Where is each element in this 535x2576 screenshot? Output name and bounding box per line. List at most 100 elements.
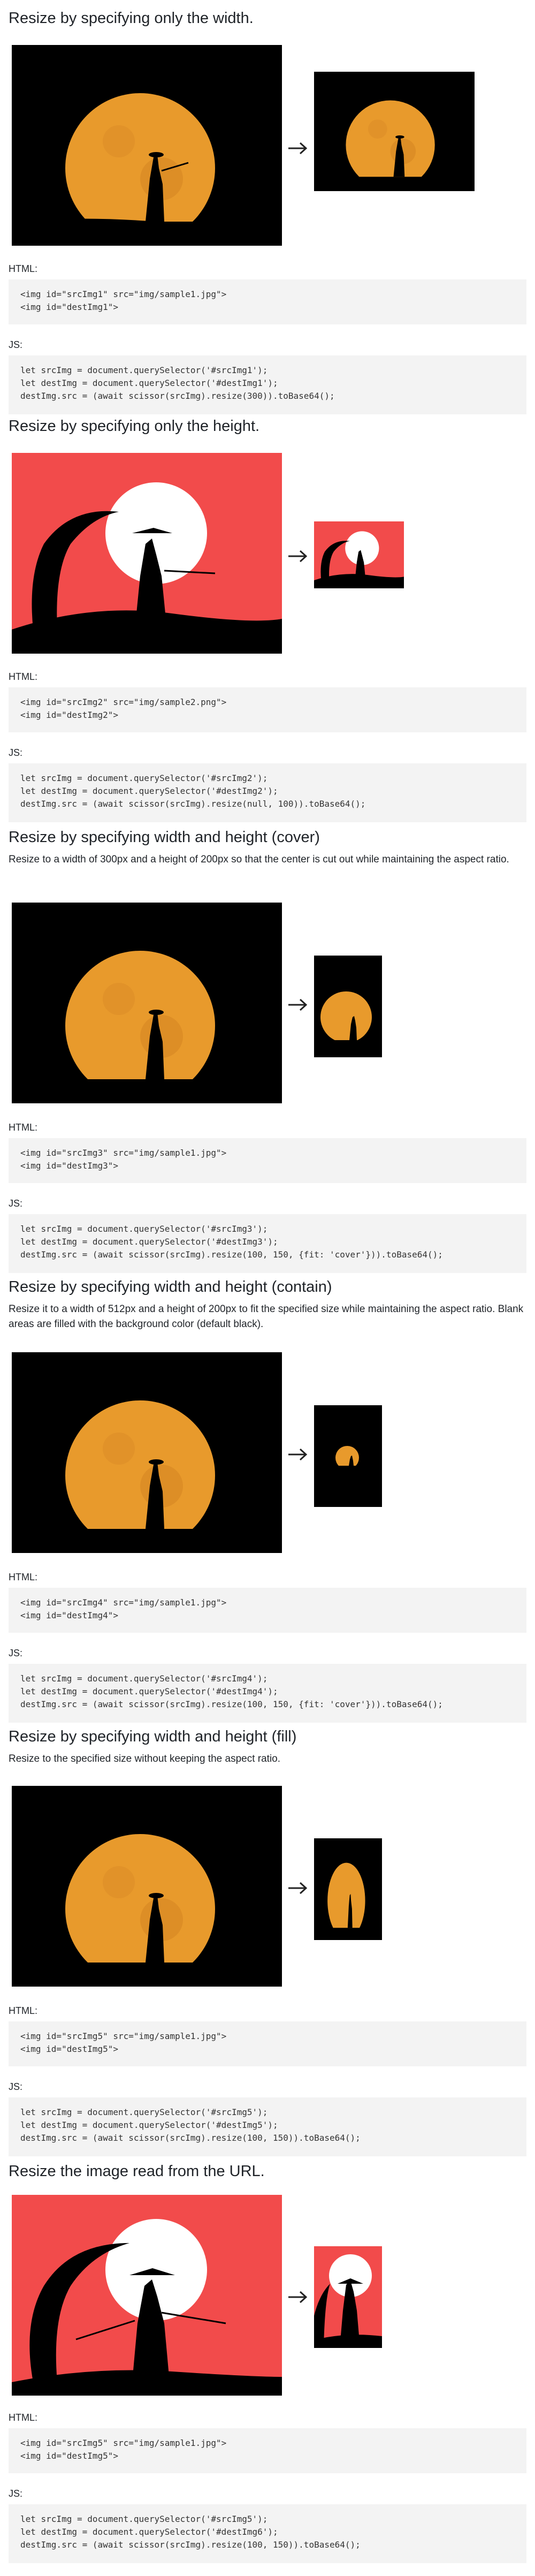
js-label: JS: [9, 2081, 23, 2092]
js-label: JS: [9, 339, 23, 350]
source-image [12, 1786, 282, 1987]
code-line: destImg.src = (await scissor(srcImg).res… [20, 2540, 361, 2550]
js-code-block: let srcImg = document.querySelector('#sr… [9, 2504, 526, 2563]
js-code-block: let srcImg = document.querySelector('#sr… [9, 355, 526, 414]
result-image [314, 956, 382, 1057]
section-description: Resize to the specified size without kee… [9, 1753, 281, 1764]
arrow-right-icon [287, 1446, 308, 1463]
moon-samurai-image [314, 72, 475, 191]
section-description: Resize it to a width of 512px and a heig… [9, 1304, 524, 1330]
code-line: <img id="srcImg5" src="img/sample1.jpg"> [20, 2438, 227, 2448]
code-line: destImg.src = (await scissor(srcImg).res… [20, 2133, 361, 2143]
html-code-block: <img id="srcImg2" src="img/sample2.png">… [9, 687, 526, 732]
code-line: let srcImg = document.querySelector('#sr… [20, 1673, 268, 1684]
js-code-block: let srcImg = document.querySelector('#sr… [9, 1214, 526, 1273]
result-image [314, 2246, 382, 2348]
code-line: destImg.src = (await scissor(srcImg).res… [20, 799, 366, 809]
page: Resize by specifying only the width. HTM… [0, 0, 535, 2576]
section-title: Resize by specifying width and height (c… [9, 1278, 332, 1295]
html-label: HTML: [9, 1572, 37, 1582]
code-line: let destImg = document.querySelector('#d… [20, 1686, 278, 1696]
section-title: Resize by specifying only the height. [9, 418, 260, 435]
sunset-samurai-image [12, 2195, 282, 2396]
code-line: <img id="destImg3"> [20, 1161, 119, 1171]
html-code-block: <img id="srcImg4" src="img/sample1.jpg">… [9, 1588, 526, 1633]
sunset-samurai-image [12, 453, 282, 654]
moon-samurai-image [314, 1838, 382, 1940]
js-code-block: let srcImg = document.querySelector('#sr… [9, 2097, 526, 2156]
code-line: let destImg = document.querySelector('#d… [20, 1237, 278, 1247]
section-title: Resize by specifying width and height (f… [9, 1728, 297, 1745]
section-resize-fill: Resize by specifying width and height (f… [0, 1726, 535, 2156]
moon-samurai-image [12, 45, 282, 246]
moon-samurai-image [314, 1405, 382, 1507]
section-resize-cover: Resize by specifying width and height (c… [0, 827, 535, 1276]
code-line: <img id="destImg2"> [20, 710, 119, 720]
html-label: HTML: [9, 1122, 37, 1133]
section-title: Resize by specifying width and height (c… [9, 829, 320, 846]
html-label: HTML: [9, 671, 37, 682]
js-label: JS: [9, 1198, 23, 1209]
section-description: Resize to a width of 300px and a height … [9, 854, 509, 865]
html-code-block: <img id="srcImg3" src="img/sample1.jpg">… [9, 1138, 526, 1183]
code-line: <img id="destImg5"> [20, 2451, 119, 2461]
section-resize-height: Resize by specifying only the height. HT… [0, 415, 535, 833]
moon-samurai-image [12, 1786, 282, 1987]
js-code-block: let srcImg = document.querySelector('#sr… [9, 763, 526, 822]
section-resize-contain: Resize by specifying width and height (c… [0, 1276, 535, 1726]
code-line: <img id="destImg5"> [20, 2044, 119, 2054]
code-line: let srcImg = document.querySelector('#sr… [20, 2514, 268, 2524]
result-image [314, 1405, 382, 1507]
code-line: let destImg = document.querySelector('#d… [20, 2527, 278, 2537]
arrow-right-icon [287, 1880, 308, 1896]
moon-samurai-image [12, 903, 282, 1103]
code-line: destImg.src = (await scissor(srcImg).res… [20, 1699, 443, 1709]
code-line: let destImg = document.querySelector('#d… [20, 378, 278, 388]
result-image [314, 521, 404, 588]
section-resize-url: Resize the image read from the URL. HTML… [0, 2161, 535, 2576]
code-line: let destImg = document.querySelector('#d… [20, 2120, 278, 2130]
code-line: <img id="srcImg5" src="img/sample1.jpg"> [20, 2031, 227, 2041]
moon-samurai-image [12, 1352, 282, 1553]
section-resize-width: Resize by specifying only the width. HTM… [0, 7, 535, 425]
code-line: <img id="destImg4"> [20, 1610, 119, 1620]
html-code-block: <img id="srcImg1" src="img/sample1.jpg">… [9, 279, 526, 324]
arrow-right-icon [287, 2289, 308, 2305]
code-line: destImg.src = (await scissor(srcImg).res… [20, 391, 335, 401]
js-label: JS: [9, 1648, 23, 1658]
code-line: destImg.src = (await scissor(srcImg).res… [20, 1249, 443, 1260]
code-line: let srcImg = document.querySelector('#sr… [20, 773, 268, 783]
code-line: <img id="srcImg2" src="img/sample2.png"> [20, 697, 227, 707]
sunset-samurai-image [314, 2246, 382, 2348]
arrow-right-icon [287, 548, 308, 564]
source-image [12, 453, 282, 654]
result-image [314, 72, 475, 191]
arrow-right-icon [287, 997, 308, 1013]
code-line: let srcImg = document.querySelector('#sr… [20, 1224, 268, 1234]
html-code-block: <img id="srcImg5" src="img/sample1.jpg">… [9, 2428, 526, 2473]
code-line: let srcImg = document.querySelector('#sr… [20, 2107, 268, 2117]
moon-samurai-image [314, 956, 382, 1057]
source-image [12, 1352, 282, 1553]
html-label: HTML: [9, 2412, 37, 2423]
source-image [12, 2195, 282, 2396]
code-line: <img id="srcImg3" src="img/sample1.jpg"> [20, 1148, 227, 1158]
source-image [12, 45, 282, 246]
code-line: let srcImg = document.querySelector('#sr… [20, 365, 268, 375]
code-line: <img id="srcImg4" src="img/sample1.jpg"> [20, 1597, 227, 1608]
section-title: Resize by specifying only the width. [9, 10, 254, 27]
html-label: HTML: [9, 2005, 37, 2016]
source-image [12, 903, 282, 1103]
js-label: JS: [9, 747, 23, 758]
code-line: <img id="destImg1"> [20, 302, 119, 312]
js-label: JS: [9, 2488, 23, 2499]
result-image [314, 1838, 382, 1940]
section-title: Resize the image read from the URL. [9, 2163, 265, 2180]
js-code-block: let srcImg = document.querySelector('#sr… [9, 1664, 526, 1723]
code-line: let destImg = document.querySelector('#d… [20, 786, 278, 796]
code-line: <img id="srcImg1" src="img/sample1.jpg"> [20, 289, 227, 299]
arrow-right-icon [287, 140, 308, 156]
html-label: HTML: [9, 263, 37, 274]
html-code-block: <img id="srcImg5" src="img/sample1.jpg">… [9, 2021, 526, 2066]
sunset-samurai-image [314, 521, 404, 588]
